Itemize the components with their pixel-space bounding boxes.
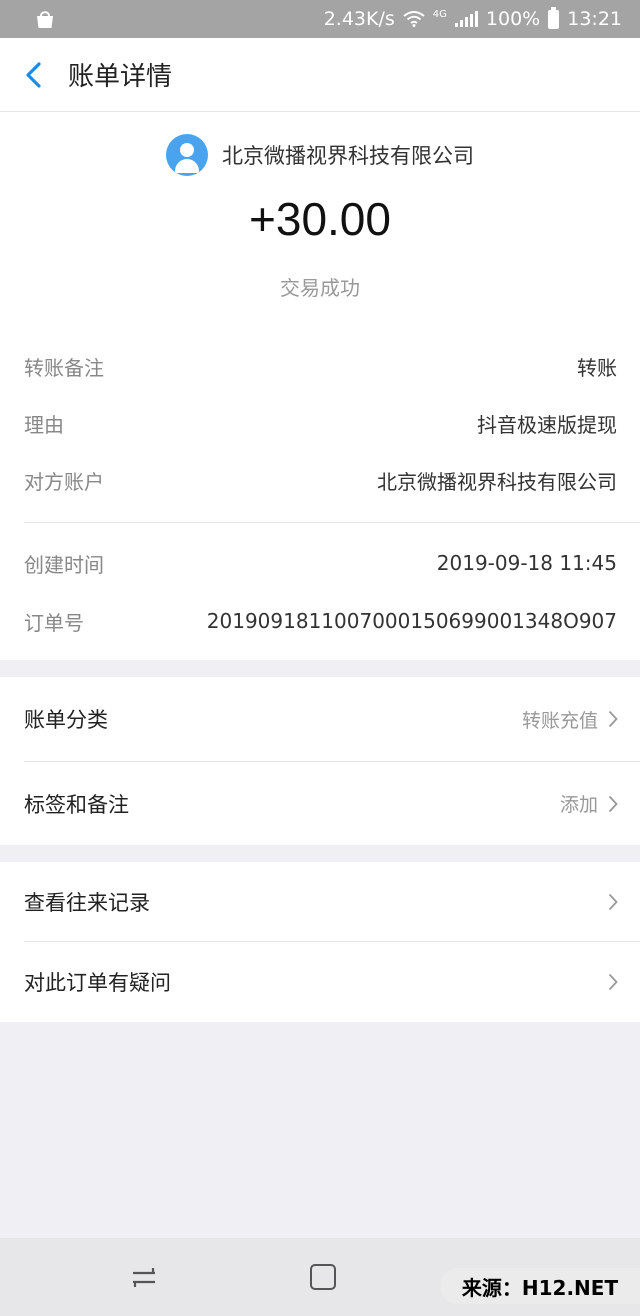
tags-remarks-item[interactable]: 标签和备注 添加: [0, 762, 640, 845]
order-question-item[interactable]: 对此订单有疑问: [0, 942, 640, 1022]
network-type: 4G: [432, 8, 447, 20]
chevron-right-icon: [608, 973, 618, 991]
merchant-name: 北京微播视界科技有限公司: [222, 144, 474, 168]
item-value: 转账充值: [521, 709, 598, 732]
detail-label: 订单号: [24, 610, 84, 635]
signal-icon: [454, 11, 478, 27]
detail-value: 抖音极速版提现: [477, 412, 617, 437]
clock: 13:21: [567, 8, 622, 30]
links-card: 查看往来记录 对此订单有疑问: [0, 862, 640, 1022]
item-label: 标签和备注: [24, 792, 129, 817]
detail-label: 对方账户: [24, 469, 104, 494]
view-history-item[interactable]: 查看往来记录: [0, 862, 640, 941]
transaction-status: 交易成功: [280, 276, 360, 300]
network-speed: 2.43K/s: [323, 8, 395, 30]
merchant-row: 北京微播视界科技有限公司: [0, 134, 640, 176]
detail-label: 理由: [24, 412, 64, 437]
status-bar: 2.43K/s 4G 100% 13:21: [0, 0, 640, 38]
item-label: 查看往来记录: [24, 890, 150, 915]
home-button-icon[interactable]: [310, 1264, 336, 1290]
chevron-right-icon: [608, 795, 618, 812]
item-label: 账单分类: [24, 708, 108, 732]
detail-value: 2019091811007000150699001348O907: [206, 609, 617, 633]
chevron-right-icon: [608, 893, 618, 910]
transaction-amount: +30.00: [249, 193, 391, 245]
detail-row-remark: 转账备注 转账: [24, 351, 617, 381]
detail-row-reason: 理由 抖音极速版提现: [24, 408, 617, 438]
watermark: 来源：H12.NET: [440, 1268, 640, 1304]
wifi-icon: [403, 11, 425, 27]
battery-percent: 100%: [485, 8, 541, 30]
shopping-bag-icon: [37, 11, 53, 28]
detail-value: 北京微播视界科技有限公司: [377, 469, 617, 494]
bill-category-item[interactable]: 账单分类 转账充值: [0, 677, 640, 761]
recent-apps-icon[interactable]: [130, 1265, 158, 1289]
item-value: 添加: [559, 794, 598, 816]
page-title: 账单详情: [68, 62, 173, 92]
detail-label: 创建时间: [24, 552, 104, 577]
back-arrow-icon[interactable]: [22, 60, 46, 90]
detail-row-order-id: 订单号 2019091811007000150699001348O907: [24, 606, 617, 636]
battery-icon: [548, 6, 560, 29]
divider: [24, 522, 640, 523]
detail-label: 转账备注: [24, 355, 104, 380]
detail-value: 2019-09-18 11:45: [436, 551, 617, 575]
transaction-summary: 北京微播视界科技有限公司 +30.00 交易成功 转账备注 转账 理由 抖音极速…: [0, 112, 640, 660]
avatar-icon: [166, 134, 208, 176]
detail-row-created: 创建时间 2019-09-18 11:45: [24, 548, 617, 578]
detail-value: 转账: [577, 355, 617, 380]
chevron-right-icon: [608, 710, 618, 728]
category-card: 账单分类 转账充值 标签和备注 添加: [0, 677, 640, 845]
item-label: 对此订单有疑问: [24, 971, 171, 995]
detail-row-counterparty: 对方账户 北京微播视界科技有限公司: [24, 465, 617, 495]
header: 账单详情: [0, 38, 640, 112]
